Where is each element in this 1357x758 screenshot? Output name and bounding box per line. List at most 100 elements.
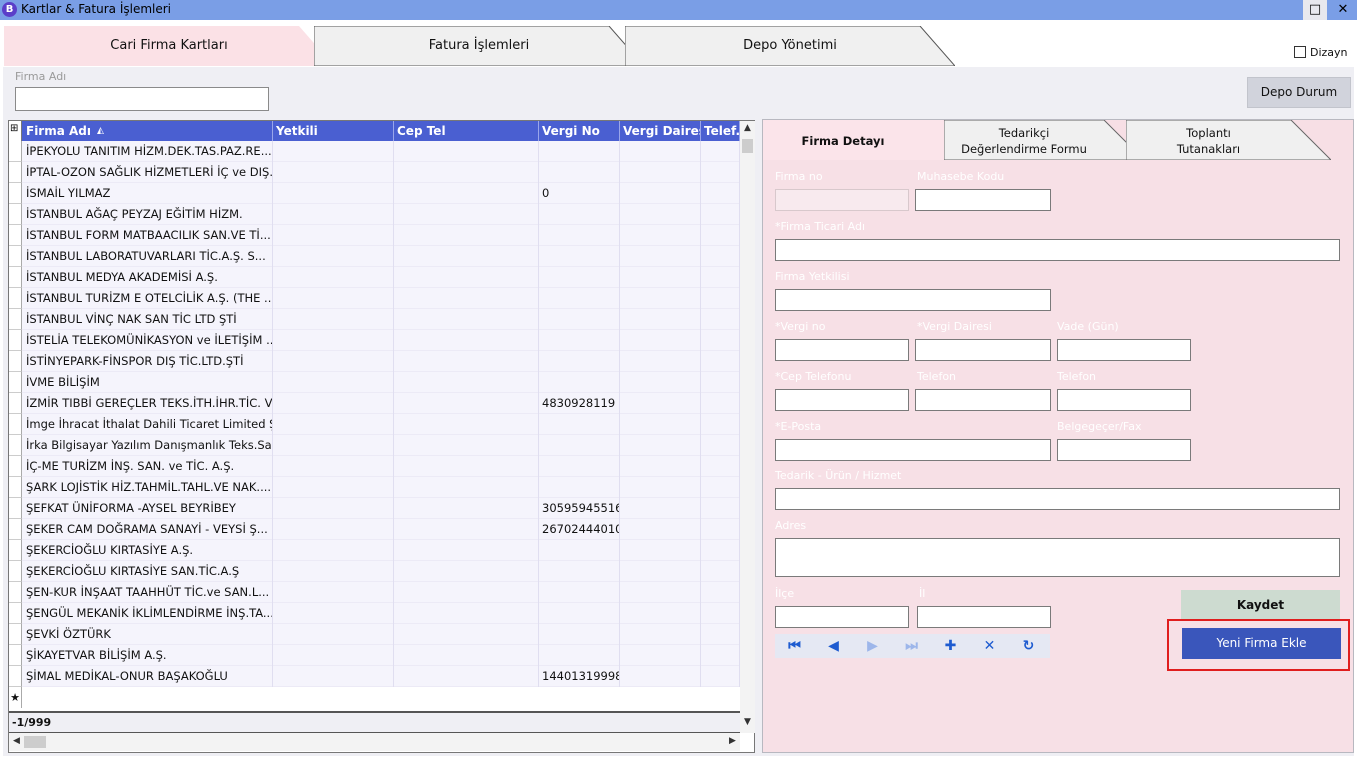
firma-yetkilisi-field[interactable] (775, 289, 1051, 311)
cell-telefon[interactable] (701, 666, 740, 687)
cell-telefon[interactable] (701, 162, 740, 183)
cell-firma-adi[interactable]: ŞARK LOJİSTİK HİZ.TAHMİL.TAHL.VE NAK.... (23, 477, 273, 498)
cell-firma-adi[interactable]: İmge İhracat İthalat Dahili Ticaret Limi… (23, 414, 273, 435)
cell-yetkili[interactable] (273, 456, 394, 477)
cell-cep-tel[interactable] (394, 540, 539, 561)
cell-telefon[interactable] (701, 183, 740, 204)
table-row[interactable]: ŞEFKAT ÜNİFORMA -AYSEL BEYRİBEY 305959455… (9, 498, 740, 519)
cell-cep-tel[interactable] (394, 561, 539, 582)
cell-vergi-no[interactable] (539, 309, 620, 330)
cell-vergi-dairesi[interactable] (620, 624, 701, 645)
cell-vergi-no[interactable] (539, 435, 620, 456)
cell-vergi-no[interactable] (539, 372, 620, 393)
cell-cep-tel[interactable] (394, 309, 539, 330)
tab-tedarikci-degerlendirme[interactable]: Tedarikçi Değerlendirme Formu (944, 120, 1144, 160)
cell-firma-adi[interactable]: İSTANBUL LABORATUVARLARI TİC.A.Ş. S... (23, 246, 273, 267)
checkbox-icon[interactable] (1294, 46, 1306, 58)
cell-telefon[interactable] (701, 456, 740, 477)
cell-yetkili[interactable] (273, 330, 394, 351)
cell-vergi-no[interactable]: 0 (539, 183, 620, 204)
cell-yetkili[interactable] (273, 351, 394, 372)
depo-durum-button[interactable]: Depo Durum (1247, 77, 1351, 108)
tab-toplanti-tutanaklari[interactable]: Toplantı Tutanakları (1126, 120, 1331, 160)
cell-vergi-dairesi[interactable] (620, 603, 701, 624)
cell-cep-tel[interactable] (394, 372, 539, 393)
cell-firma-adi[interactable]: ŞİMAL MEDİKAL-ONUR BAŞAKOĞLU (23, 666, 273, 687)
scroll-down-icon[interactable]: ▼ (740, 717, 755, 727)
table-row[interactable]: ŞEKER CAM DOĞRAMA SANAYİ - VEYSİ Ş... 267… (9, 519, 740, 540)
cell-firma-adi[interactable]: İSTANBUL TURİZM E OTELCİLİK A.Ş. (THE ..… (23, 288, 273, 309)
row-selector[interactable] (9, 162, 22, 183)
cell-vergi-no[interactable] (539, 540, 620, 561)
cell-yetkili[interactable] (273, 477, 394, 498)
cell-telefon[interactable] (701, 561, 740, 582)
row-selector[interactable] (9, 477, 22, 498)
cell-telefon[interactable] (701, 603, 740, 624)
cell-yetkili[interactable] (273, 624, 394, 645)
row-selector[interactable] (9, 603, 22, 624)
row-selector[interactable] (9, 435, 22, 456)
row-selector[interactable] (9, 351, 22, 372)
cell-cep-tel[interactable] (394, 330, 539, 351)
firma-ticari-adi-field[interactable] (775, 239, 1340, 261)
cell-yetkili[interactable] (273, 645, 394, 666)
cell-yetkili[interactable] (273, 393, 394, 414)
table-row[interactable]: ŞEKERCİOĞLU KIRTASİYE A.Ş. (9, 540, 740, 561)
cell-cep-tel[interactable] (394, 624, 539, 645)
eposta-field[interactable] (775, 439, 1051, 461)
cell-cep-tel[interactable] (394, 435, 539, 456)
cell-telefon[interactable] (701, 309, 740, 330)
cell-telefon[interactable] (701, 414, 740, 435)
maximize-button[interactable]: □ (1303, 0, 1327, 20)
table-row[interactable]: İSTANBUL LABORATUVARLARI TİC.A.Ş. S... (9, 246, 740, 267)
close-button[interactable]: ✕ (1331, 0, 1355, 20)
cell-yetkili[interactable] (273, 414, 394, 435)
cell-telefon[interactable] (701, 435, 740, 456)
cell-firma-adi[interactable]: İSTANBUL FORM MATBAACILIK SAN.VE Tİ... (23, 225, 273, 246)
table-row[interactable]: ŞEKERCİOĞLU KIRTASİYE SAN.TİC.A.Ş (9, 561, 740, 582)
row-selector[interactable] (9, 498, 22, 519)
cell-vergi-no[interactable] (539, 477, 620, 498)
cell-vergi-no[interactable] (539, 456, 620, 477)
cell-telefon[interactable] (701, 372, 740, 393)
cell-yetkili[interactable] (273, 204, 394, 225)
cell-yetkili[interactable] (273, 246, 394, 267)
row-selector[interactable] (9, 414, 22, 435)
scroll-up-icon[interactable]: ▲ (740, 123, 755, 133)
scroll-right-icon[interactable]: ▶ (725, 736, 740, 746)
cell-telefon[interactable] (701, 645, 740, 666)
cell-cep-tel[interactable] (394, 288, 539, 309)
muhasebe-kodu-field[interactable] (915, 189, 1051, 211)
cell-vergi-no[interactable] (539, 582, 620, 603)
vergi-no-field[interactable] (775, 339, 909, 361)
cell-vergi-dairesi[interactable] (620, 477, 701, 498)
next-record-icon[interactable]: ▶ (853, 634, 892, 658)
cell-cep-tel[interactable] (394, 414, 539, 435)
cell-firma-adi[interactable]: ŞİKAYETVAR BİLİŞİM A.Ş. (23, 645, 273, 666)
kaydet-button[interactable]: Kaydet (1181, 590, 1340, 620)
cell-yetkili[interactable] (273, 435, 394, 456)
cell-cep-tel[interactable] (394, 246, 539, 267)
row-selector[interactable] (9, 666, 22, 687)
scroll-left-icon[interactable]: ◀ (9, 736, 24, 746)
cell-cep-tel[interactable] (394, 162, 539, 183)
column-header-yetkili[interactable]: Yetkili (273, 121, 394, 141)
table-row[interactable]: İVME BİLİŞİM (9, 372, 740, 393)
table-row[interactable]: İZMİR TIBBİ GEREÇLER TEKS.İTH.İHR.TİC. V… (9, 393, 740, 414)
adres-field[interactable] (775, 538, 1340, 577)
cell-firma-adi[interactable]: ŞEFKAT ÜNİFORMA -AYSEL BEYRİBEY (23, 498, 273, 519)
cell-yetkili[interactable] (273, 603, 394, 624)
tab-cari-firma-kartlari[interactable]: Cari Firma Kartları (4, 26, 334, 66)
cell-cep-tel[interactable] (394, 519, 539, 540)
cell-firma-adi[interactable]: İSTELİA TELEKOMÜNİKASYON ve İLETİŞİM ... (23, 330, 273, 351)
cell-vergi-dairesi[interactable] (620, 561, 701, 582)
tab-depo-yonetimi[interactable]: Depo Yönetimi (625, 26, 955, 66)
cell-vergi-dairesi[interactable] (620, 330, 701, 351)
cell-firma-adi[interactable]: İrka Bilgisayar Yazılım Danışmanlık Teks… (23, 435, 273, 456)
cell-yetkili[interactable] (273, 183, 394, 204)
cell-vergi-dairesi[interactable] (620, 498, 701, 519)
cell-telefon[interactable] (701, 141, 740, 162)
cell-vergi-dairesi[interactable] (620, 456, 701, 477)
cell-vergi-dairesi[interactable] (620, 183, 701, 204)
cell-cep-tel[interactable] (394, 456, 539, 477)
